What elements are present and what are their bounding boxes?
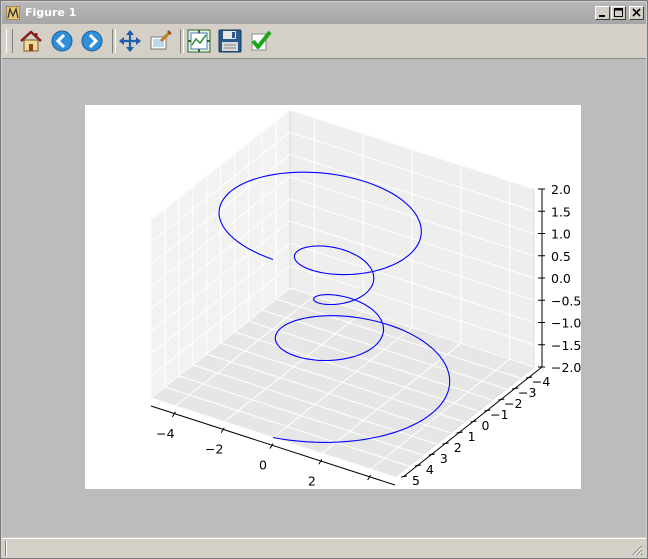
subplots-config-icon bbox=[187, 29, 211, 53]
y-tick bbox=[470, 420, 477, 423]
toolbar-separator bbox=[180, 29, 184, 53]
matplotlib-app-icon bbox=[6, 6, 20, 20]
z-tick-label: 1.0 bbox=[551, 227, 571, 242]
window-title: Figure 1 bbox=[25, 6, 77, 19]
move-arrows-icon bbox=[119, 30, 141, 52]
x-tick-label: 2 bbox=[308, 473, 316, 488]
toolbar-grip[interactable] bbox=[6, 29, 13, 53]
edit-parameters-button[interactable] bbox=[247, 27, 275, 55]
zoom-rect-icon bbox=[150, 30, 172, 50]
minimize-button[interactable] bbox=[595, 6, 610, 20]
y-tick-label: 5 bbox=[412, 473, 420, 488]
close-button[interactable] bbox=[629, 6, 644, 20]
close-icon bbox=[632, 8, 641, 17]
z-tick-label: 2.0 bbox=[551, 182, 571, 197]
pan-button[interactable] bbox=[116, 27, 144, 55]
z-tick-label: −0.5 bbox=[551, 293, 581, 308]
y-tick-label: 0 bbox=[482, 418, 490, 433]
y-tick-label: 4 bbox=[426, 462, 434, 477]
home-button[interactable] bbox=[17, 27, 45, 55]
y-tick bbox=[442, 442, 449, 445]
z-tick-label: 0.0 bbox=[551, 271, 571, 286]
maximize-icon bbox=[614, 8, 623, 17]
resize-grip-icon[interactable] bbox=[630, 543, 643, 556]
navigation-toolbar bbox=[2, 25, 646, 59]
figure-window: Figure 1 −4 −2 0 2 −4 −3 −2 −1 0 1 2 3 4… bbox=[0, 0, 648, 559]
figure-canvas-area: −4−2024−4−3−2−1012345−2.0−1.5−1.0−0.50.0… bbox=[2, 59, 646, 537]
z-tick-label: −2.0 bbox=[551, 360, 581, 375]
y-tick bbox=[414, 464, 421, 467]
title-bar[interactable]: Figure 1 bbox=[2, 2, 646, 24]
floppy-disk-icon bbox=[218, 29, 242, 53]
zoom-button[interactable] bbox=[147, 27, 175, 55]
back-button[interactable] bbox=[48, 27, 76, 55]
3d-axes[interactable]: −4−2024−4−3−2−1012345−2.0−1.5−1.0−0.50.0… bbox=[85, 105, 581, 504]
x-tick-label: 0 bbox=[259, 458, 267, 473]
forward-arrow-icon bbox=[81, 30, 103, 52]
y-tick-label: 1 bbox=[468, 429, 476, 444]
y-tick bbox=[456, 431, 463, 434]
maximize-button[interactable] bbox=[611, 6, 626, 20]
figure-canvas[interactable]: −4−2024−4−3−2−1012345−2.0−1.5−1.0−0.50.0… bbox=[85, 105, 581, 504]
z-tick-label: 1.5 bbox=[551, 204, 571, 219]
back-arrow-icon bbox=[51, 30, 73, 52]
statusbar-grip-icon bbox=[5, 541, 7, 556]
subplots-button[interactable] bbox=[185, 27, 213, 55]
y-tick bbox=[400, 475, 408, 478]
x-tick-label: −2 bbox=[205, 442, 223, 457]
save-button[interactable] bbox=[216, 27, 244, 55]
home-icon bbox=[20, 30, 42, 52]
minimize-icon bbox=[599, 15, 605, 17]
y-tick-label: 3 bbox=[440, 451, 448, 466]
x-tick-label: −4 bbox=[156, 426, 174, 441]
status-bar bbox=[2, 538, 646, 558]
y-tick bbox=[428, 453, 435, 456]
z-tick-label: 0.5 bbox=[551, 249, 571, 264]
y-tick-label: 2 bbox=[454, 440, 462, 455]
y-tick-label: −1 bbox=[490, 407, 508, 422]
forward-button[interactable] bbox=[78, 27, 106, 55]
checkmark-icon bbox=[251, 30, 272, 51]
z-tick-label: −1.0 bbox=[551, 316, 581, 331]
z-tick-label: −1.5 bbox=[551, 338, 581, 353]
